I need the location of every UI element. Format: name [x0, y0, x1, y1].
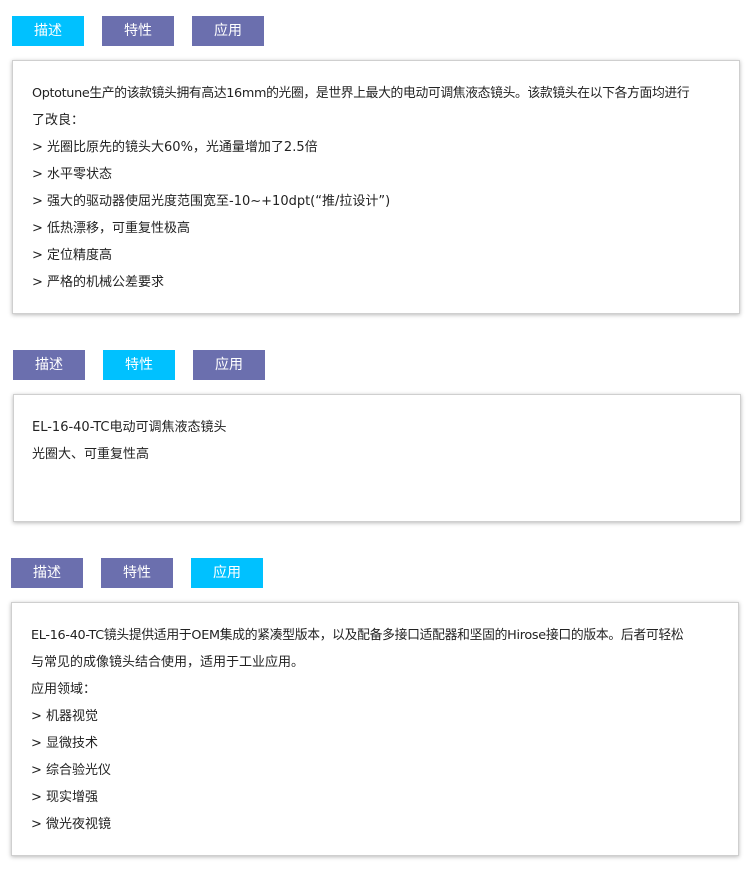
tab-applications[interactable]: 应用: [192, 16, 264, 46]
list-item: > 定位精度高: [32, 248, 113, 263]
tab-description[interactable]: 描述: [12, 16, 84, 46]
list-item: > 显微技术: [31, 736, 99, 751]
applications-text: EL-16-40-TC镜头提供适用于OEM集成的紧凑型版本，以及配备多接口适配器…: [31, 628, 684, 643]
list-item: > 综合验光仪: [31, 763, 112, 778]
list-item: > 微光夜视镜: [31, 817, 112, 832]
feature-text: 光圈大、可重复性高: [32, 447, 150, 462]
applications-panel: EL-16-40-TC镜头提供适用于OEM集成的紧凑型版本，以及配备多接口适配器…: [11, 602, 739, 856]
section-2-tabs: 描述 特性 应用: [13, 350, 273, 380]
list-item: > 严格的机械公差要求: [32, 275, 165, 290]
section-1-tabs: 描述 特性 应用: [12, 16, 272, 46]
tab-features[interactable]: 特性: [101, 558, 173, 588]
applications-text: 与常见的成像镜头结合使用，适用于工业应用。: [31, 655, 305, 670]
applications-heading: 应用领域：: [31, 682, 97, 697]
list-item: > 光圈比原先的镜头大60%，光通量增加了2.5倍: [32, 140, 318, 155]
description-content: Optotune生产的该款镜头拥有高达16mm的光圈，是世界上最大的电动可调焦液…: [32, 80, 724, 296]
list-item: > 机器视觉: [31, 709, 99, 724]
tab-applications[interactable]: 应用: [193, 350, 265, 380]
tab-description[interactable]: 描述: [13, 350, 85, 380]
list-item: > 低热漂移，可重复性极高: [32, 221, 191, 236]
list-item: > 强大的驱动器使屈光度范围宽至-10~+10dpt(“推/拉设计”): [32, 194, 391, 209]
tab-features[interactable]: 特性: [103, 350, 175, 380]
list-item: > 现实增强: [31, 790, 99, 805]
description-text: Optotune生产的该款镜头拥有高达16mm的光圈，是世界上最大的电动可调焦液…: [32, 86, 690, 101]
applications-content: EL-16-40-TC镜头提供适用于OEM集成的紧凑型版本，以及配备多接口适配器…: [31, 622, 723, 838]
tab-applications[interactable]: 应用: [191, 558, 263, 588]
product-name: EL-16-40-TC电动可调焦液态镜头: [32, 420, 227, 435]
features-panel: EL-16-40-TC电动可调焦液态镜头 光圈大、可重复性高: [13, 394, 741, 522]
description-panel: Optotune生产的该款镜头拥有高达16mm的光圈，是世界上最大的电动可调焦液…: [12, 60, 740, 314]
tab-features[interactable]: 特性: [102, 16, 174, 46]
section-3-tabs: 描述 特性 应用: [11, 558, 271, 588]
list-item: > 水平零状态: [32, 167, 113, 182]
tab-description[interactable]: 描述: [11, 558, 83, 588]
features-content: EL-16-40-TC电动可调焦液态镜头 光圈大、可重复性高: [32, 414, 724, 468]
description-text: 了改良：: [32, 113, 85, 128]
